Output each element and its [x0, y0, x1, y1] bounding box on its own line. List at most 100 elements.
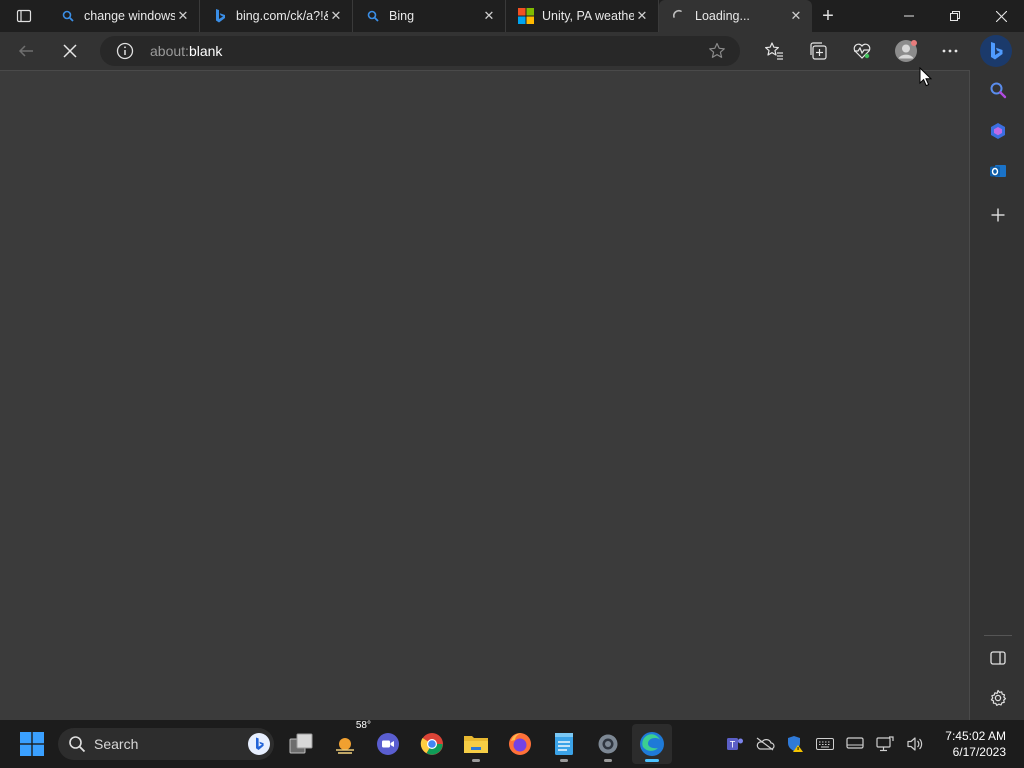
tab-bing-redirect[interactable]: bing.com/ck/a?!& ✕: [200, 0, 353, 32]
close-window-button[interactable]: [978, 0, 1024, 32]
settings-icon: [990, 689, 1006, 706]
security-tray-button[interactable]: [780, 720, 810, 768]
tab-unity-weather[interactable]: Unity, PA weathe ✕: [506, 0, 659, 32]
collections-icon: [810, 42, 827, 60]
favorite-star-icon[interactable]: [708, 42, 726, 65]
restore-icon: [950, 11, 960, 21]
copilot-icon: [990, 123, 1005, 139]
info-icon[interactable]: [116, 42, 134, 60]
taskbar-meet[interactable]: [368, 724, 408, 764]
taskbar-search[interactable]: Search: [58, 728, 274, 760]
tab-title: Unity, PA weathe: [542, 9, 634, 23]
bing-icon: [212, 8, 228, 24]
add-icon: [991, 208, 1004, 222]
profile-button[interactable]: [884, 32, 928, 70]
minimize-button[interactable]: [886, 0, 932, 32]
stop-loading-button[interactable]: [52, 35, 88, 67]
tab-close-icon[interactable]: ✕: [788, 8, 804, 24]
stop-icon: [63, 44, 77, 58]
display-icon: [846, 737, 864, 749]
restore-button[interactable]: [932, 0, 978, 32]
display-tray-button[interactable]: [840, 720, 870, 768]
taskbar-chrome[interactable]: [412, 724, 452, 764]
taskbar-notepad[interactable]: [544, 724, 584, 764]
tab-close-icon[interactable]: ✕: [328, 8, 344, 24]
tab-change-windows[interactable]: change windows ✕: [48, 0, 200, 32]
url-prefix: about:: [150, 43, 189, 59]
folder-icon: [464, 736, 488, 753]
taskbar-edge[interactable]: [632, 724, 672, 764]
tab-actions-icon: [16, 9, 32, 23]
tab-title: change windows: [84, 9, 175, 23]
windows-start-icon: [20, 732, 44, 756]
windows-taskbar: Search 58° T 7:45:02 AM 6/17/2023: [0, 720, 1024, 768]
address-bar[interactable]: about:blank: [100, 36, 740, 66]
active-indicator: [645, 759, 659, 762]
tab-strip: change windows ✕ bing.com/ck/a?!& ✕ Bing…: [0, 0, 1024, 32]
sidebar-settings-button[interactable]: [970, 680, 1024, 716]
profile-icon: [895, 40, 917, 62]
taskbar-weather[interactable]: 58°: [325, 720, 371, 764]
outlook-icon: [989, 165, 1006, 177]
security-shield-icon: [788, 736, 803, 752]
svg-text:T: T: [730, 740, 736, 750]
performance-button[interactable]: [840, 32, 884, 70]
search-icon: [990, 82, 1006, 99]
start-button[interactable]: [12, 724, 52, 764]
keyboard-tray-button[interactable]: [810, 720, 840, 768]
running-indicator: [604, 759, 612, 762]
copilot-button[interactable]: [980, 35, 1012, 67]
sidebar-add-button[interactable]: [970, 197, 1024, 233]
sidebar-split-button[interactable]: [970, 640, 1024, 676]
network-icon: [876, 736, 894, 752]
tab-close-icon[interactable]: ✕: [481, 8, 497, 24]
page-content: [0, 70, 969, 720]
browser-toolbar: about:blank: [0, 32, 1024, 70]
new-tab-button[interactable]: +: [812, 0, 844, 32]
sidebar-divider: [984, 635, 1012, 636]
task-view-icon: [289, 733, 313, 754]
minimize-icon: [904, 15, 914, 17]
running-indicator: [560, 759, 568, 762]
sidebar-outlook-button[interactable]: [970, 153, 1024, 189]
running-indicator: [472, 759, 480, 762]
firefox-icon: [509, 733, 531, 755]
tab-close-icon[interactable]: ✕: [634, 8, 650, 24]
screen: change windows ✕ bing.com/ck/a?!& ✕ Bing…: [0, 0, 1024, 768]
tab-close-icon[interactable]: ✕: [175, 8, 191, 24]
onedrive-offline-icon: [756, 737, 775, 751]
tab-bing[interactable]: Bing ✕: [353, 0, 506, 32]
address-url[interactable]: about:blank: [150, 43, 222, 59]
tab-title: Loading...: [695, 9, 750, 23]
search-label: Search: [94, 736, 139, 752]
edge-sidebar: [969, 70, 1024, 720]
back-button[interactable]: [8, 35, 44, 67]
network-tray-button[interactable]: [870, 720, 900, 768]
sidebar-search-button[interactable]: [970, 72, 1024, 108]
taskbar-firefox[interactable]: [500, 724, 540, 764]
favorites-icon: [765, 42, 783, 60]
close-icon: [995, 10, 1007, 22]
system-tray: T: [720, 720, 930, 768]
tab-loading[interactable]: Loading... ✕: [659, 0, 812, 32]
settings-gear-icon: [598, 734, 618, 754]
teams-tray-button[interactable]: T: [720, 720, 750, 768]
taskbar-task-view[interactable]: [281, 724, 321, 764]
collections-button[interactable]: [796, 32, 840, 70]
favorites-button[interactable]: [752, 32, 796, 70]
onedrive-tray-button[interactable]: [750, 720, 780, 768]
system-clock[interactable]: 7:45:02 AM 6/17/2023: [945, 728, 1006, 760]
microsoft-icon: [518, 8, 534, 24]
sidebar-copilot-button[interactable]: [970, 113, 1024, 149]
taskbar-file-explorer[interactable]: [456, 724, 496, 764]
url-host: blank: [188, 43, 223, 59]
more-options-button[interactable]: [928, 32, 972, 70]
volume-icon: [907, 737, 923, 751]
tab-actions-button[interactable]: [0, 0, 48, 32]
volume-tray-button[interactable]: [900, 720, 930, 768]
search-icon: [69, 736, 86, 753]
bing-search-icon[interactable]: [248, 733, 270, 755]
teams-icon: T: [727, 738, 743, 750]
taskbar-settings[interactable]: [588, 724, 628, 764]
tab-title: Bing: [389, 9, 415, 23]
